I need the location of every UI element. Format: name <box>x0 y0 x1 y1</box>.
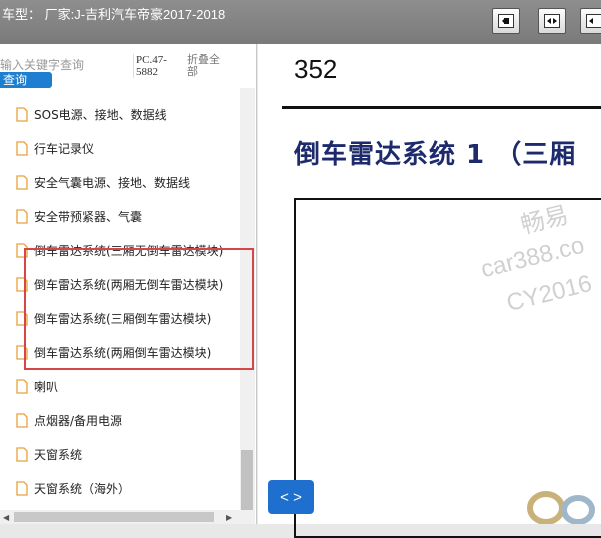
search-input[interactable]: 输入关键字查询 <box>0 56 128 72</box>
tree-item-seatbelt-pretensioner[interactable]: 安全带预紧器、气囊 <box>16 206 142 226</box>
scroll-right-icon[interactable]: ▶ <box>226 513 232 522</box>
tree-item-label: 行车记录仪 <box>34 141 95 156</box>
title-bar: 车型： 厂家:J-吉利汽车帝豪2017-2018 <box>0 0 601 44</box>
header-rule <box>282 106 601 109</box>
tree-item-label: 天窗系统 <box>34 447 83 462</box>
file-icon <box>16 208 28 224</box>
tree-item-cigarette-lighter[interactable]: 点烟器/备用电源 <box>16 410 122 430</box>
window-title: 车型： 厂家:J-吉利汽车帝豪2017-2018 <box>2 7 226 22</box>
document-viewer: 352 倒车雷达系统 1 （三厢 畅易 car388.co CY2016 < > <box>258 44 601 538</box>
tree-item-label: 点烟器/备用电源 <box>34 413 123 428</box>
tree-item-dash-camera[interactable]: 行车记录仪 <box>16 138 94 158</box>
logo-icon <box>527 491 595 524</box>
file-icon <box>16 412 28 428</box>
page-nav-button[interactable]: < > <box>268 480 314 514</box>
tree-item-label: SOS电源、接地、数据线 <box>34 107 167 122</box>
fit-page-button[interactable] <box>580 8 601 34</box>
file-icon <box>16 446 28 462</box>
tree-item-label: 安全带预紧器、气囊 <box>34 209 143 224</box>
fit-page-icon <box>586 14 601 28</box>
query-button[interactable]: 查询 <box>0 72 52 88</box>
tree-item-label: 安全气囊电源、接地、数据线 <box>34 175 191 190</box>
scrollbar-thumb[interactable] <box>14 512 214 522</box>
tree-item-sunroof-overseas[interactable]: 天窗系统（海外） <box>16 478 130 498</box>
single-page-icon <box>498 14 514 28</box>
file-icon <box>16 378 28 394</box>
selection-highlight-box <box>24 248 254 370</box>
tree-item-sunroof[interactable]: 天窗系统 <box>16 444 82 464</box>
single-page-button[interactable] <box>492 8 520 34</box>
file-icon <box>16 140 28 156</box>
file-icon <box>16 174 28 190</box>
tree-item-label: 天窗系统（海外） <box>34 481 131 496</box>
collapse-all-button[interactable]: 折叠全部 <box>187 54 227 78</box>
file-icon <box>16 106 28 122</box>
tree-item-label: 喇叭 <box>34 379 59 394</box>
tree-item-horn[interactable]: 喇叭 <box>16 376 58 396</box>
scroll-left-icon[interactable]: ◀ <box>3 513 9 522</box>
double-page-icon <box>544 14 560 28</box>
document-title: 倒车雷达系统 1 （三厢 <box>294 140 577 170</box>
pc-number: PC.47-5882 <box>133 54 184 78</box>
double-page-button[interactable] <box>538 8 566 34</box>
tree-item-airbag-power[interactable]: 安全气囊电源、接地、数据线 <box>16 172 190 192</box>
tree-item-sos-power[interactable]: SOS电源、接地、数据线 <box>16 104 167 124</box>
horizontal-scrollbar[interactable]: ◀ ▶ <box>0 510 255 524</box>
scrollbar-thumb[interactable] <box>241 450 253 510</box>
page-number: 352 <box>294 54 338 84</box>
file-icon <box>16 480 28 496</box>
